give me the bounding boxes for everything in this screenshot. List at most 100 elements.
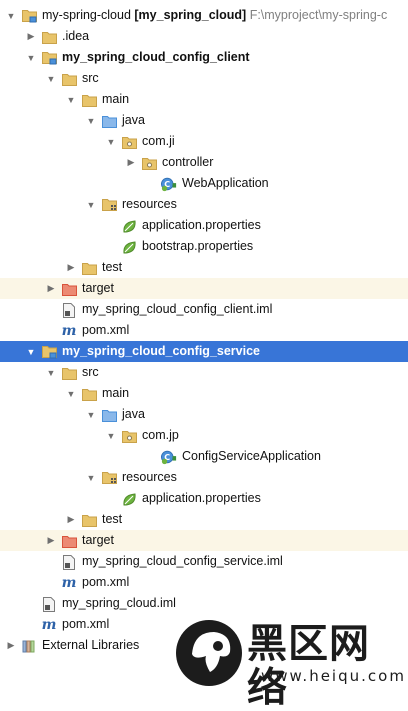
tree-node-client-application-properties[interactable]: application.properties [0, 215, 408, 236]
tree-node-client-src[interactable]: ▼ src [0, 68, 408, 89]
chevron-down-icon[interactable]: ▼ [44, 68, 58, 89]
tree-node-label: application.properties [142, 491, 261, 505]
tree-node-service-configserviceapplication[interactable]: C ConfigServiceApplication [0, 446, 408, 467]
spring-boot-class-icon: C [161, 176, 177, 192]
spring-leaf-icon [121, 239, 137, 255]
source-folder-icon [101, 113, 117, 129]
tree-node-service-main[interactable]: ▼ main [0, 383, 408, 404]
tree-node-label: target [82, 281, 114, 295]
chevron-down-icon[interactable]: ▼ [24, 47, 38, 68]
tree-node-client-pom[interactable]: m pom.xml [0, 320, 408, 341]
source-folder-icon [101, 407, 117, 423]
chevron-right-icon[interactable]: ▶ [4, 635, 18, 656]
chevron-down-icon[interactable]: ▼ [84, 404, 98, 425]
chevron-down-icon[interactable]: ▼ [44, 362, 58, 383]
module-folder-icon [41, 50, 57, 66]
tree-node-client-java[interactable]: ▼ java [0, 110, 408, 131]
tree-node-service-src[interactable]: ▼ src [0, 362, 408, 383]
tree-node-service-test[interactable]: ▶ test [0, 509, 408, 530]
tree-node-label: src [82, 71, 99, 85]
tree-node-label: my_spring_cloud_config_service [62, 344, 260, 358]
tree-node-client-package[interactable]: ▼ com.ji [0, 131, 408, 152]
folder-icon [61, 71, 77, 87]
folder-icon [81, 92, 97, 108]
tree-node-root-pom[interactable]: m pom.xml [0, 614, 408, 635]
tree-node-label: src [82, 365, 99, 379]
tree-node-label: my-spring-cloud [my_spring_cloud] F:\myp… [42, 8, 388, 22]
tree-node-label: resources [122, 470, 177, 484]
tree-node-label: bootstrap.properties [142, 239, 254, 253]
tree-node-label: com.ji [142, 134, 175, 148]
tree-node-label: target [82, 533, 114, 547]
tree-node-idea[interactable]: ▶ .idea [0, 26, 408, 47]
tree-node-label: my_spring_cloud_config_service.iml [82, 554, 283, 568]
tree-node-service-pom[interactable]: m pom.xml [0, 572, 408, 593]
tree-node-service-target[interactable]: ▶ target [0, 530, 408, 551]
tree-node-label: my_spring_cloud_config_client [62, 50, 250, 64]
excluded-folder-icon [61, 281, 77, 297]
tree-node-service-package[interactable]: ▼ com.jp [0, 425, 408, 446]
iml-file-icon [61, 302, 77, 318]
tree-node-client-target[interactable]: ▶ target [0, 278, 408, 299]
chevron-down-icon[interactable]: ▼ [64, 383, 78, 404]
chevron-right-icon[interactable]: ▶ [124, 152, 138, 173]
tree-node-my-spring-cloud[interactable]: ▼ my-spring-cloud [my_spring_cloud] F:\my… [0, 5, 408, 26]
tree-node-label: controller [162, 155, 214, 169]
spring-boot-class-icon: C [161, 449, 177, 465]
tree-node-client-webapplication[interactable]: C WebApplication [0, 173, 408, 194]
maven-icon: m [61, 575, 77, 591]
chevron-right-icon[interactable]: ▶ [64, 257, 78, 278]
tree-node-client-main[interactable]: ▼ main [0, 89, 408, 110]
chevron-right-icon[interactable]: ▶ [44, 530, 58, 551]
chevron-down-icon[interactable]: ▼ [104, 131, 118, 152]
tree-node-client-iml[interactable]: my_spring_cloud_config_client.iml [0, 299, 408, 320]
tree-node-service-iml[interactable]: my_spring_cloud_config_service.iml [0, 551, 408, 572]
tree-node-client-bootstrap-properties[interactable]: bootstrap.properties [0, 236, 408, 257]
tree-node-label: pom.xml [82, 575, 130, 589]
folder-icon [61, 365, 77, 381]
chevron-down-icon[interactable]: ▼ [84, 467, 98, 488]
chevron-right-icon[interactable]: ▶ [44, 278, 58, 299]
chevron-down-icon[interactable]: ▼ [84, 110, 98, 131]
tree-node-label: java [122, 407, 145, 421]
tree-node-label: pom.xml [62, 617, 110, 631]
resources-folder-icon [101, 197, 117, 213]
spring-leaf-icon [121, 218, 137, 234]
module-folder-icon [41, 344, 57, 360]
maven-icon: m [41, 617, 57, 633]
tree-node-root-iml[interactable]: my_spring_cloud.iml [0, 593, 408, 614]
folder-icon [81, 260, 97, 276]
tree-node-service-resources[interactable]: ▼ resources [0, 467, 408, 488]
folder-icon [41, 29, 57, 45]
tree-node-label: ConfigServiceApplication [182, 449, 321, 463]
tree-node-config-client[interactable]: ▼ my_spring_cloud_config_client [0, 47, 408, 68]
tree-node-label: WebApplication [182, 176, 269, 190]
chevron-down-icon[interactable]: ▼ [24, 341, 38, 362]
folder-icon [81, 512, 97, 528]
chevron-down-icon[interactable]: ▼ [84, 194, 98, 215]
chevron-right-icon[interactable]: ▶ [24, 26, 38, 47]
tree-node-client-resources[interactable]: ▼ resources [0, 194, 408, 215]
tree-node-label: main [102, 92, 130, 106]
tree-node-label: main [102, 386, 130, 400]
tree-node-label: pom.xml [82, 323, 130, 337]
tree-node-client-controller[interactable]: ▶ controller [0, 152, 408, 173]
tree-node-config-service[interactable]: ▼ my_spring_cloud_config_service [0, 341, 408, 362]
chevron-down-icon[interactable]: ▼ [64, 89, 78, 110]
tree-node-label: test [102, 512, 123, 526]
excluded-folder-icon [61, 533, 77, 549]
module-folder-icon [21, 8, 37, 24]
chevron-down-icon[interactable]: ▼ [104, 425, 118, 446]
package-icon [121, 428, 137, 444]
tree-node-label: resources [122, 197, 177, 211]
chevron-down-icon[interactable]: ▼ [4, 5, 18, 26]
tree-node-external-libraries[interactable]: ▶ External Libraries [0, 635, 408, 656]
resources-folder-icon [101, 470, 117, 486]
tree-node-service-application-properties[interactable]: application.properties [0, 488, 408, 509]
iml-file-icon [61, 554, 77, 570]
libraries-icon [21, 638, 37, 654]
tree-node-client-test[interactable]: ▶ test [0, 257, 408, 278]
tree-node-service-java[interactable]: ▼ java [0, 404, 408, 425]
chevron-right-icon[interactable]: ▶ [64, 509, 78, 530]
tree-node-label: my_spring_cloud.iml [62, 596, 176, 610]
